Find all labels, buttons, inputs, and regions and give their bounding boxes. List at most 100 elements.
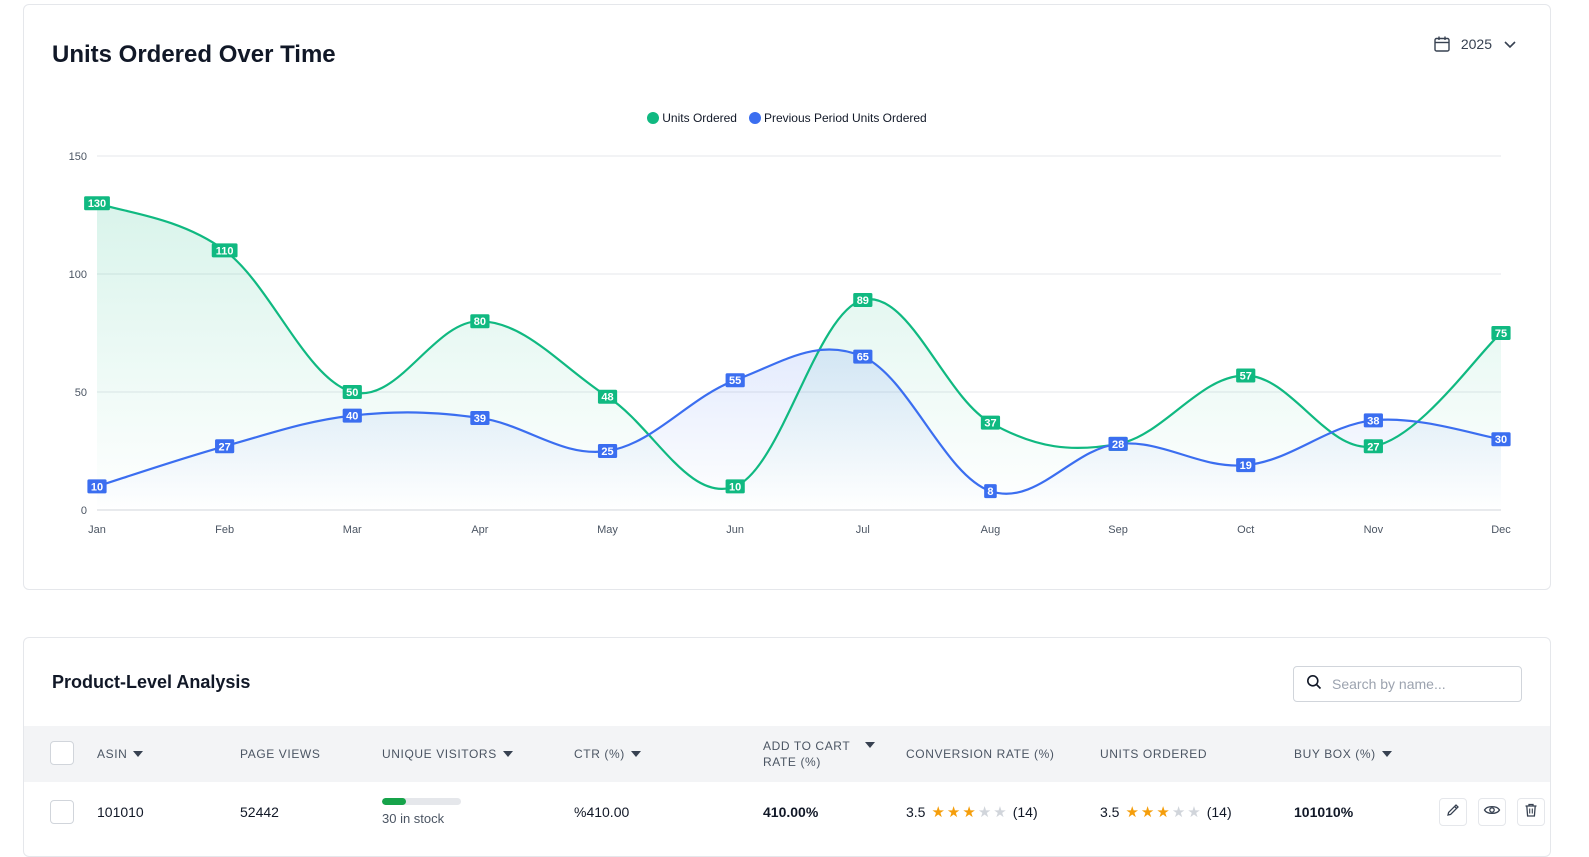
data-label-text: 8 — [987, 486, 993, 498]
data-label: 19 — [1236, 458, 1256, 473]
line-chart: 0 50 100 150 Jan Feb Mar Apr May Jun Jul Aug Sep Oct N… — [69, 151, 1512, 536]
data-label-text: 40 — [346, 411, 358, 423]
y-tick-label: 0 — [81, 505, 87, 517]
eye-icon — [1483, 802, 1501, 823]
cell-add-to-cart-rate: 410.00% — [763, 804, 819, 820]
data-label: 30 — [1491, 432, 1511, 447]
sort-caret-icon — [133, 751, 144, 757]
sort-caret-icon — [1381, 751, 1392, 757]
chart-card: Units Ordered Over Time 2025 Units Order… — [23, 4, 1551, 590]
column-header-page-views: PAGE VIEWS — [240, 747, 321, 761]
data-label: 8 — [984, 484, 997, 499]
conversion-star-rating: ★ ★ ★ ★ ★ — [931, 805, 1006, 820]
data-label: 27 — [215, 439, 235, 454]
data-label: 40 — [342, 408, 362, 423]
x-tick-label: Jul — [856, 524, 870, 536]
data-label: 55 — [725, 373, 745, 388]
column-header-units-ordered: UNITS ORDERED — [1100, 747, 1208, 761]
data-label: 37 — [980, 415, 1001, 430]
search-icon — [1306, 674, 1322, 695]
data-label-text: 80 — [474, 316, 486, 328]
column-header-asin[interactable]: ASIN — [97, 726, 144, 782]
cell-conversion-rate: 3.5 ★ ★ ★ ★ ★ (14) — [906, 782, 1038, 842]
x-tick-label: Jun — [726, 524, 744, 536]
star-empty-icon: ★ — [1187, 803, 1201, 821]
data-label-text: 27 — [219, 441, 231, 453]
cell-asin: 101010 — [97, 804, 144, 820]
product-table-card: Product-Level Analysis ASIN PAGE VIEWS U… — [23, 637, 1551, 857]
trash-icon — [1523, 802, 1539, 823]
data-label: 65 — [853, 349, 873, 364]
data-label: 28 — [1108, 436, 1128, 451]
units-rating-value: 3.5 — [1100, 804, 1120, 820]
data-label: 130 — [84, 196, 110, 211]
data-label-text: 10 — [729, 481, 741, 493]
table-title: Product-Level Analysis — [52, 672, 251, 692]
units-rating-count: (14) — [1206, 804, 1232, 820]
edit-button[interactable] — [1439, 798, 1467, 826]
x-tick-label: Jan — [88, 524, 106, 536]
column-header-unique-visitors[interactable]: UNIQUE VISITORS — [382, 726, 513, 782]
data-label-text: 38 — [1367, 415, 1379, 427]
y-tick-label: 50 — [75, 387, 87, 399]
table-row: 101010 52442 30 in stock %410.00 410.00%… — [24, 782, 1550, 842]
units-star-rating: ★ ★ ★ ★ ★ — [1125, 805, 1200, 820]
sort-caret-icon — [865, 742, 875, 748]
view-button[interactable] — [1478, 798, 1506, 826]
pencil-icon — [1445, 802, 1461, 823]
x-tick-label: May — [597, 524, 618, 536]
x-tick-label: Dec — [1491, 524, 1511, 536]
data-label-text: 57 — [1240, 370, 1252, 382]
search-box — [1293, 666, 1522, 702]
stock-text: 30 in stock — [382, 811, 445, 826]
data-label-text: 10 — [91, 481, 103, 493]
cell-page-views: 52442 — [240, 804, 279, 820]
conversion-rating-count: (14) — [1012, 804, 1038, 820]
sort-caret-icon — [630, 751, 641, 757]
data-label: 75 — [1491, 326, 1511, 340]
star-empty-icon: ★ — [1171, 803, 1186, 821]
data-label: 10 — [725, 479, 745, 494]
data-label: 80 — [470, 314, 490, 329]
data-label-text: 50 — [346, 387, 358, 399]
cell-ctr: %410.00 — [574, 804, 630, 820]
column-header-add-to-cart-rate[interactable]: ADD TO CART RATE (%) — [763, 726, 883, 782]
data-label-text: 30 — [1495, 434, 1507, 446]
y-tick-label: 150 — [69, 151, 87, 163]
x-tick-label: Feb — [215, 524, 234, 536]
star-filled-icon: ★ — [962, 803, 976, 821]
delete-button[interactable] — [1517, 798, 1545, 826]
column-header-ctr[interactable]: CTR (%) — [574, 726, 641, 782]
column-header-buy-box[interactable]: BUY BOX (%) — [1294, 726, 1392, 782]
row-checkbox[interactable] — [50, 800, 74, 824]
data-label: 57 — [1236, 368, 1256, 383]
star-filled-icon: ★ — [1140, 803, 1155, 821]
data-label-text: 110 — [216, 245, 234, 257]
select-all-checkbox[interactable] — [50, 741, 74, 765]
data-label-text: 25 — [601, 446, 613, 458]
conversion-rating-value: 3.5 — [906, 804, 926, 820]
data-label-text: 65 — [857, 352, 869, 364]
star-filled-icon: ★ — [946, 803, 961, 821]
data-label-text: 27 — [1367, 441, 1379, 453]
x-tick-label: Apr — [471, 524, 488, 536]
data-label: 38 — [1363, 413, 1383, 428]
data-label: 27 — [1363, 439, 1383, 454]
data-label-text: 39 — [474, 413, 486, 425]
search-input[interactable] — [1332, 676, 1512, 692]
data-label: 48 — [597, 389, 618, 404]
y-tick-label: 100 — [69, 269, 87, 281]
cell-buy-box: 101010% — [1294, 804, 1354, 820]
x-tick-label: Oct — [1237, 524, 1254, 536]
x-tick-label: Aug — [981, 524, 1001, 536]
cell-unique-visitors: 30 in stock — [382, 782, 461, 842]
data-label-text: 19 — [1240, 460, 1252, 472]
data-label: 110 — [211, 243, 238, 258]
x-tick-label: Nov — [1364, 524, 1384, 536]
data-label-text: 48 — [601, 392, 613, 404]
data-label-text: 75 — [1495, 328, 1507, 340]
stock-progress-bar — [382, 798, 461, 805]
data-label-text: 37 — [984, 418, 996, 430]
data-label-text: 89 — [857, 295, 869, 307]
data-label-text: 130 — [88, 198, 106, 210]
